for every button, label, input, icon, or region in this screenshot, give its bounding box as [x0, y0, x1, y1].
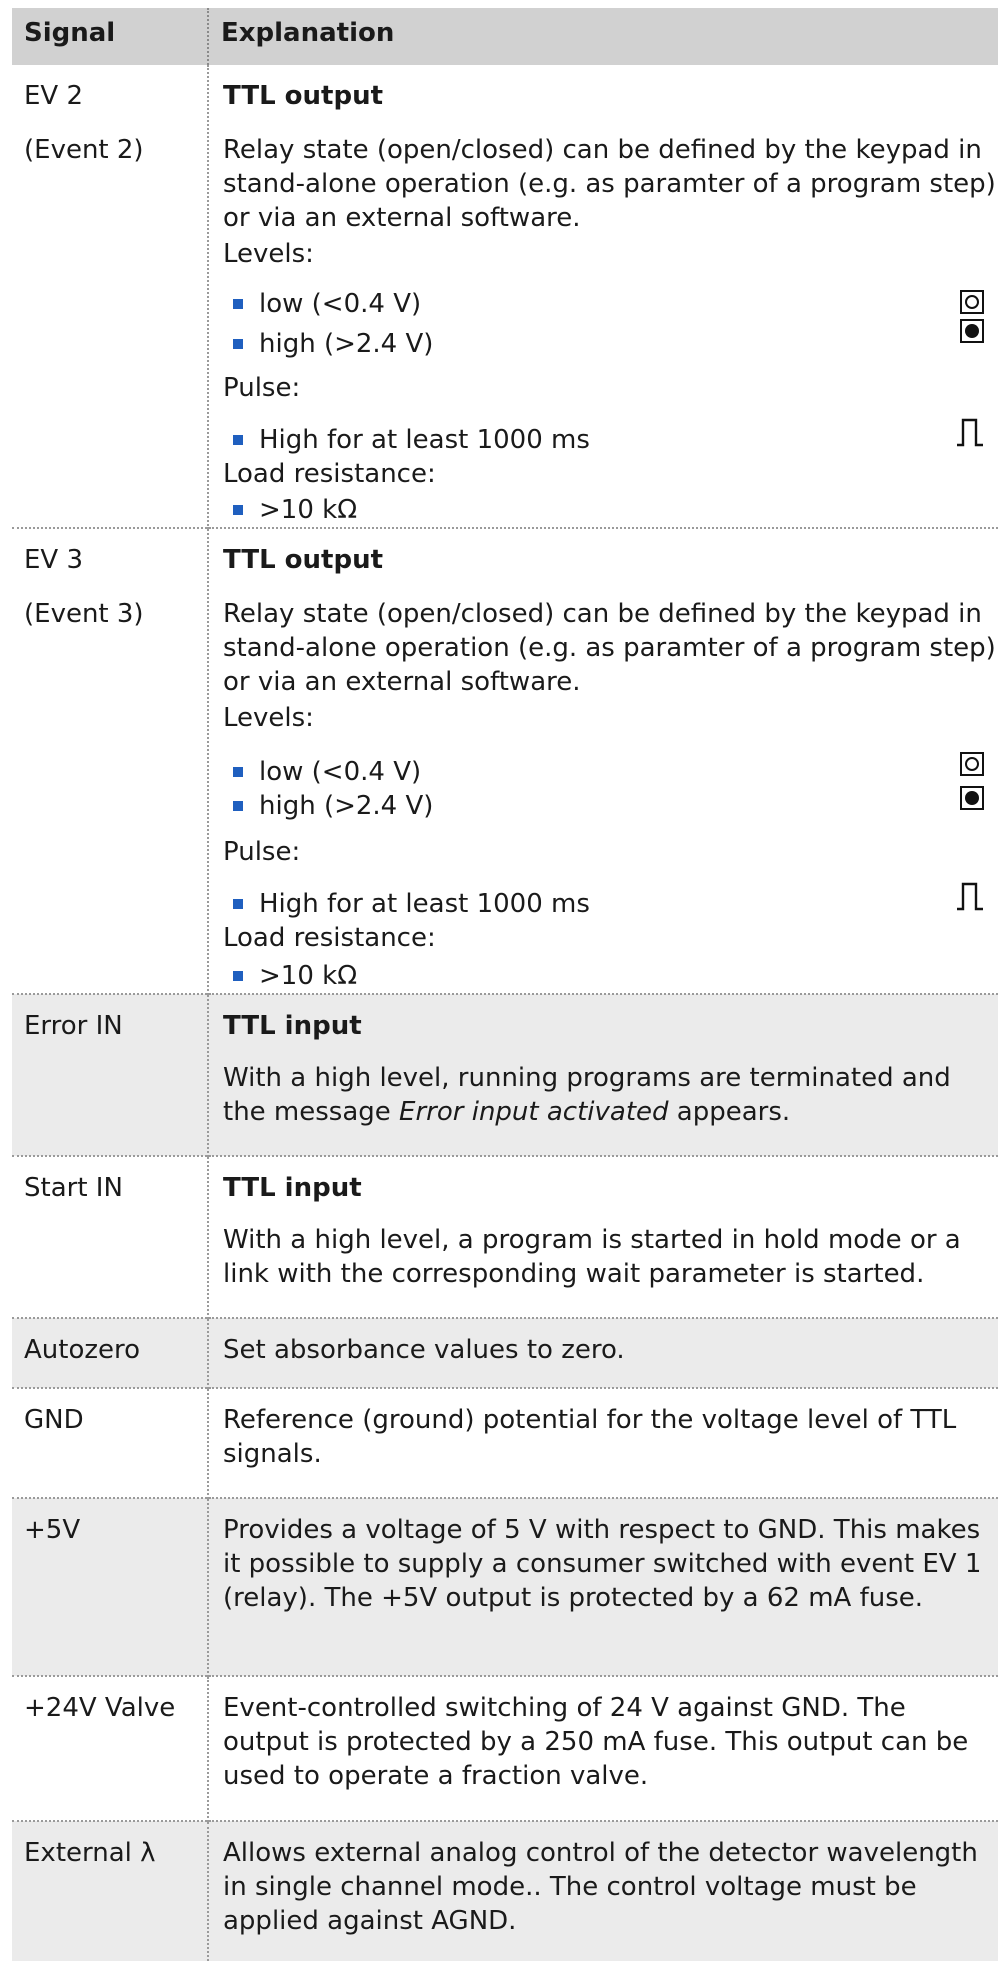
explanation-title: TTL output	[223, 545, 384, 575]
table-row-ev3: EV 3 (Event 3) TTL output Relay state (o…	[12, 528, 998, 994]
signal-cell: Autozero	[12, 1318, 209, 1388]
signal-cell: EV 2 (Event 2)	[12, 65, 209, 528]
signal-subname: (Event 2)	[24, 135, 144, 165]
header-explanation: Explanation	[208, 8, 998, 65]
signal-name: EV 2	[24, 81, 84, 111]
levels-label: Levels:	[223, 239, 314, 269]
table-header-row: Signal Explanation	[12, 8, 998, 65]
explanation-text: Reference (ground) potential for the vol…	[223, 1405, 957, 1469]
explanation-text: Relay state (open/closed) can be defined…	[223, 599, 996, 697]
bullet-icon	[233, 299, 243, 309]
level-high-text: high (>2.4 V)	[259, 791, 434, 821]
signal-cell: +5V	[12, 1498, 209, 1676]
levels-label: Levels:	[223, 703, 314, 733]
signal-cell: Start IN	[12, 1156, 209, 1318]
explanation-title: TTL input	[223, 1011, 362, 1041]
explanation-title: TTL input	[223, 1173, 362, 1203]
list-item: High for at least 1000 ms	[223, 418, 998, 457]
explanation-cell: Event-controlled switching of 24 V again…	[208, 1676, 998, 1821]
table-row-error-in: Error IN TTL input With a high level, ru…	[12, 994, 998, 1156]
signal-cell: External λ	[12, 1821, 209, 1961]
pulse-waveform-icon	[957, 882, 983, 911]
explanation-cell: TTL output Relay state (open/closed) can…	[208, 528, 998, 994]
explanation-cell: Provides a voltage of 5 V with respect t…	[208, 1498, 998, 1676]
pulse-text: High for at least 1000 ms	[259, 889, 590, 919]
table-row-start-in: Start IN TTL input With a high level, a …	[12, 1156, 998, 1318]
message-name: Error input activated	[399, 1097, 669, 1127]
open-circle-box-icon	[960, 290, 984, 314]
level-low-text: low (<0.4 V)	[259, 289, 422, 319]
signal-cell: Error IN	[12, 994, 209, 1156]
explanation-text: Allows external analog control of the de…	[223, 1838, 978, 1936]
explanation-cell: Reference (ground) potential for the vol…	[208, 1388, 998, 1498]
signal-name: +5V	[24, 1515, 81, 1545]
list-item: high (>2.4 V)	[223, 319, 998, 361]
signal-table: Signal Explanation EV 2 (Event 2) TTL ou…	[12, 8, 998, 1961]
list-item: High for at least 1000 ms	[223, 882, 998, 921]
explanation-cell: Set absorbance values to zero.	[208, 1318, 998, 1388]
load-text: >10 kΩ	[259, 961, 358, 991]
signal-name: External λ	[24, 1838, 156, 1868]
explanation-cell: Allows external analog control of the de…	[208, 1821, 998, 1961]
table-row-autozero: Autozero Set absorbance values to zero.	[12, 1318, 998, 1388]
bullet-icon	[233, 971, 243, 981]
load-label: Load resistance:	[223, 459, 436, 489]
list-item: low (<0.4 V)	[223, 287, 998, 321]
bullet-icon	[233, 339, 243, 349]
signal-name: +24V Valve	[24, 1693, 176, 1723]
signal-name: Start IN	[24, 1173, 123, 1203]
list-item: high (>2.4 V)	[223, 786, 998, 823]
table-row-plus5v: +5V Provides a voltage of 5 V with respe…	[12, 1498, 998, 1676]
explanation-text: Provides a voltage of 5 V with respect t…	[223, 1515, 982, 1613]
filled-circle-box-icon	[960, 786, 984, 810]
load-text: >10 kΩ	[259, 495, 358, 525]
signal-name: Error IN	[24, 1011, 123, 1041]
bullet-icon	[233, 767, 243, 777]
filled-circle-box-icon	[960, 319, 984, 343]
pulse-text: High for at least 1000 ms	[259, 425, 590, 455]
signal-subname: (Event 3)	[24, 599, 144, 629]
explanation-title: TTL output	[223, 81, 384, 111]
bullet-icon	[233, 899, 243, 909]
explanation-text: Set absorbance values to zero.	[223, 1335, 625, 1365]
list-item: >10 kΩ	[223, 493, 998, 527]
list-item: low (<0.4 V)	[223, 752, 998, 789]
explanation-text: Event-controlled switching of 24 V again…	[223, 1693, 969, 1791]
pulse-label: Pulse:	[223, 837, 301, 867]
level-high-text: high (>2.4 V)	[259, 329, 434, 359]
table-row-external-lambda: External λ Allows external analog contro…	[12, 1821, 998, 1961]
list-item: >10 kΩ	[223, 959, 998, 993]
explanation-text: Relay state (open/closed) can be defined…	[223, 135, 996, 233]
explanation-cell: TTL input With a high level, running pro…	[208, 994, 998, 1156]
signal-cell: +24V Valve	[12, 1676, 209, 1821]
open-circle-box-icon	[960, 752, 984, 776]
signal-cell: GND	[12, 1388, 209, 1498]
bullet-icon	[233, 505, 243, 515]
pulse-waveform-icon	[957, 418, 983, 447]
explanation-text: With a high level, a program is started …	[223, 1225, 961, 1289]
explanation-cell: TTL output Relay state (open/closed) can…	[208, 65, 998, 528]
table-row-ev2: EV 2 (Event 2) TTL output Relay state (o…	[12, 65, 998, 528]
bullet-icon	[233, 435, 243, 445]
signal-name: EV 3	[24, 545, 84, 575]
explanation-text: With a high level, running programs are …	[223, 1063, 951, 1127]
signal-name: GND	[24, 1405, 84, 1435]
header-signal: Signal	[12, 8, 209, 65]
signal-name: Autozero	[24, 1335, 141, 1365]
level-low-text: low (<0.4 V)	[259, 757, 422, 787]
table-row-plus24v-valve: +24V Valve Event-controlled switching of…	[12, 1676, 998, 1821]
signal-cell: EV 3 (Event 3)	[12, 528, 209, 994]
explanation-cell: TTL input With a high level, a program i…	[208, 1156, 998, 1318]
load-label: Load resistance:	[223, 923, 436, 953]
table-row-gnd: GND Reference (ground) potential for the…	[12, 1388, 998, 1498]
bullet-icon	[233, 801, 243, 811]
pulse-label: Pulse:	[223, 373, 301, 403]
